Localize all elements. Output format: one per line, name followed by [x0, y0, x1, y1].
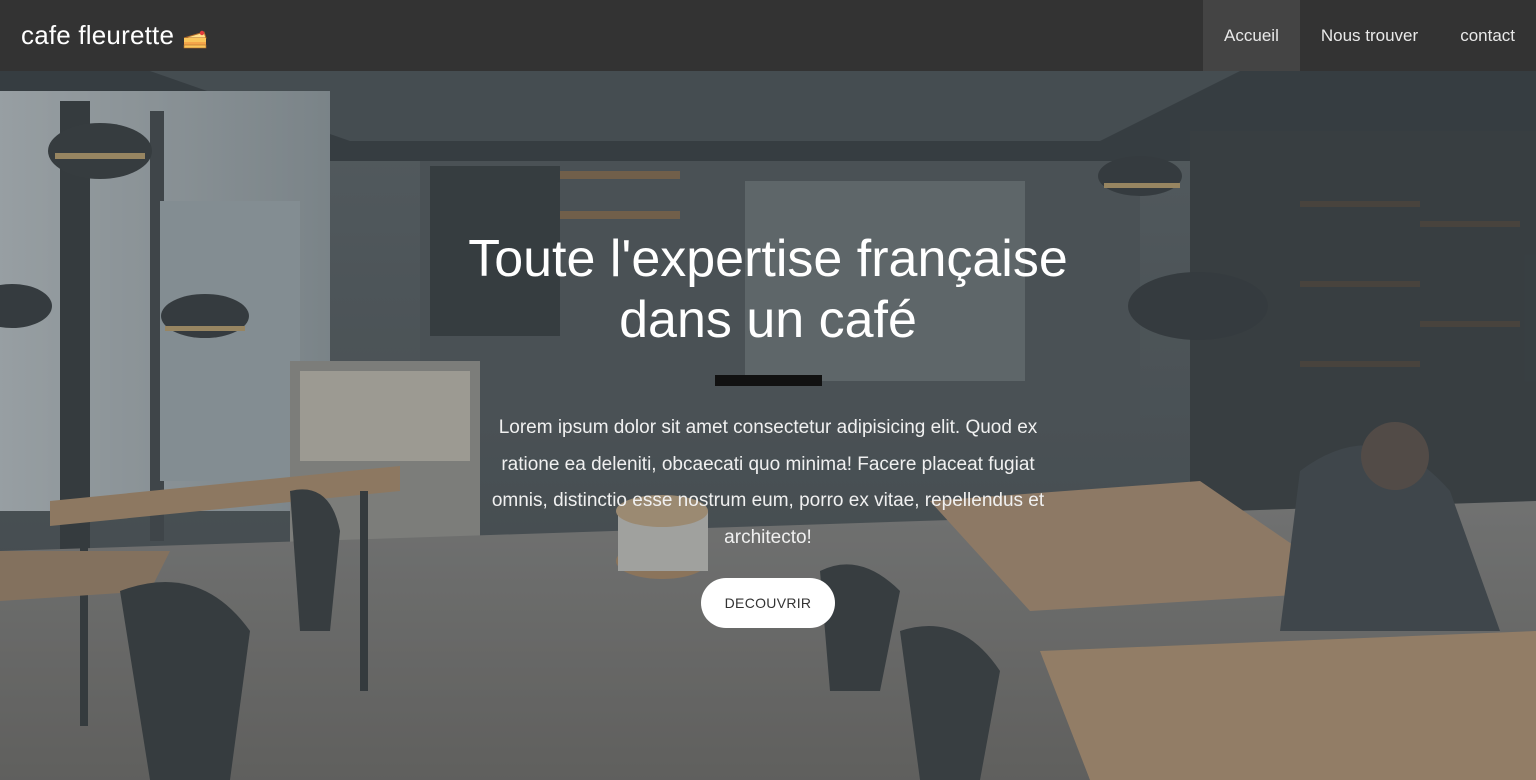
nav-menu: Accueil Nous trouver contact	[1203, 0, 1536, 71]
decouvrir-button[interactable]: DECOUVRIR	[701, 578, 835, 628]
hero-description: Lorem ipsum dolor sit amet consectetur a…	[491, 417, 1045, 548]
nav-link-nous-trouver[interactable]: Nous trouver	[1300, 0, 1439, 71]
hero-divider	[714, 375, 822, 386]
hero-content: Toute l'expertise française dans un café…	[0, 71, 1536, 780]
brand-name: cafe fleurette	[21, 20, 175, 50]
top-navbar: cafe fleurette Accueil Nous trouver cont…	[0, 0, 1536, 71]
brand-logo-link[interactable]: cafe fleurette	[21, 20, 208, 51]
cake-slice-icon	[182, 26, 208, 48]
nav-link-contact[interactable]: contact	[1439, 0, 1536, 71]
hero-section: Toute l'expertise française dans un café…	[0, 71, 1536, 780]
nav-link-accueil[interactable]: Accueil	[1203, 0, 1300, 71]
hero-title: Toute l'expertise française dans un café	[468, 230, 1068, 349]
